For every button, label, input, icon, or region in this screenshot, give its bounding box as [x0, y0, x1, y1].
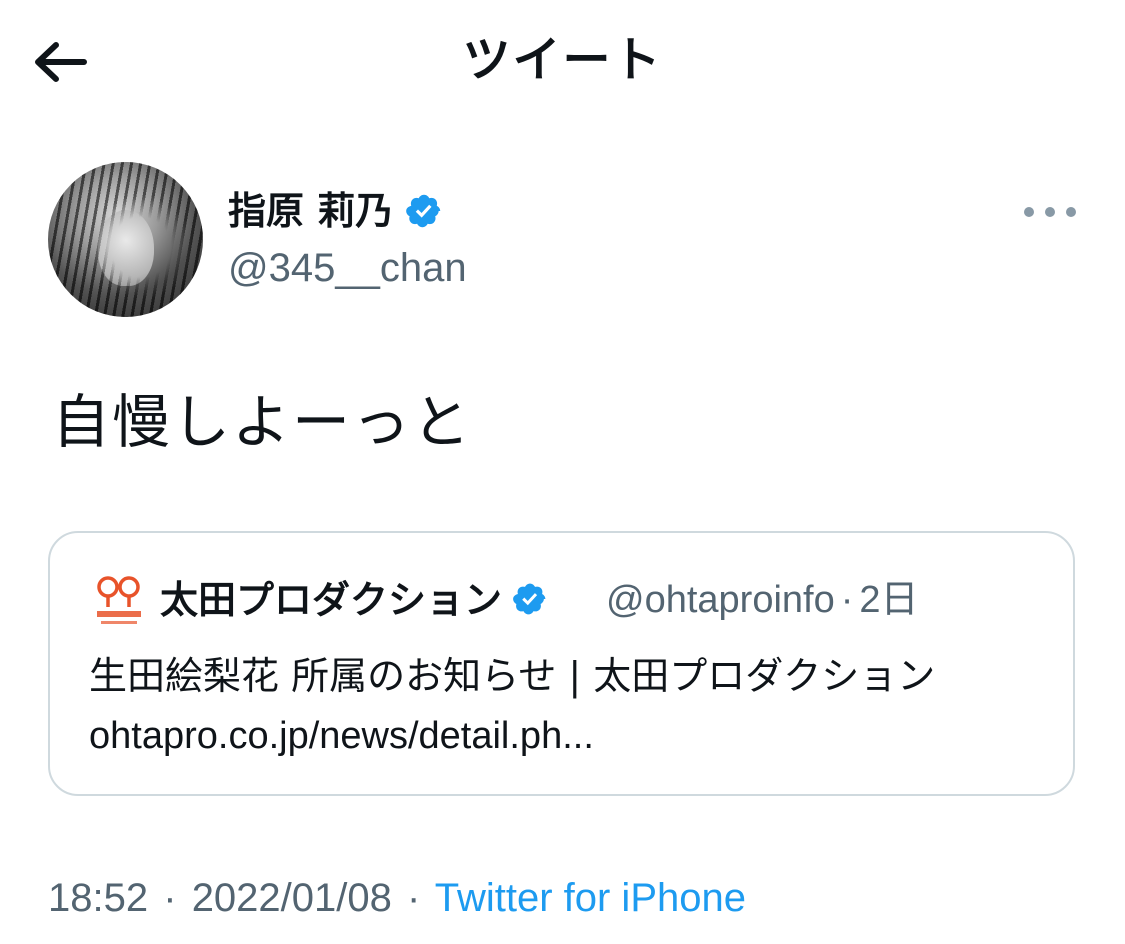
- meta-separator: ·: [407, 876, 421, 920]
- tweet-date: 2022/01/08: [191, 876, 392, 920]
- quote-text-line1: 生田絵梨花 所属のお知らせ | 太田プロダクション: [89, 654, 936, 698]
- author-display-name: 指原 莉乃: [228, 189, 394, 233]
- tweet-time: 18:52: [48, 876, 149, 920]
- quote-separator: ·: [840, 579, 854, 621]
- more-options-button[interactable]: [1024, 196, 1076, 228]
- verified-badge-icon: [405, 192, 443, 230]
- quote-avatar-logo: [93, 573, 145, 629]
- verified-badge-icon: [512, 581, 550, 619]
- quote-text-line2: ohtapro.co.jp/news/detail.ph...: [89, 715, 594, 757]
- quote-time: 2日: [859, 579, 919, 621]
- quote-display-name: 太田プロダクション: [160, 578, 503, 622]
- meta-separator: ·: [163, 876, 177, 920]
- tweet-source-link[interactable]: Twitter for iPhone: [435, 876, 746, 920]
- quote-author: 太田プロダクション: [160, 572, 550, 628]
- page-title: ツイート: [462, 32, 663, 88]
- more-horizontal-icon: [1024, 207, 1034, 217]
- quote-handle: @ohtaproinfo: [606, 579, 835, 621]
- author-name[interactable]: 指原 莉乃: [228, 186, 443, 236]
- quote-meta: @ohtaproinfo · 2日: [606, 572, 919, 628]
- author-handle[interactable]: @345__chan: [228, 240, 467, 296]
- avatar[interactable]: [48, 162, 203, 317]
- tweet-meta: 18:52 · 2022/01/08 · Twitter for iPhone: [48, 870, 746, 926]
- tweet-text: 自慢しよーっと: [52, 388, 473, 456]
